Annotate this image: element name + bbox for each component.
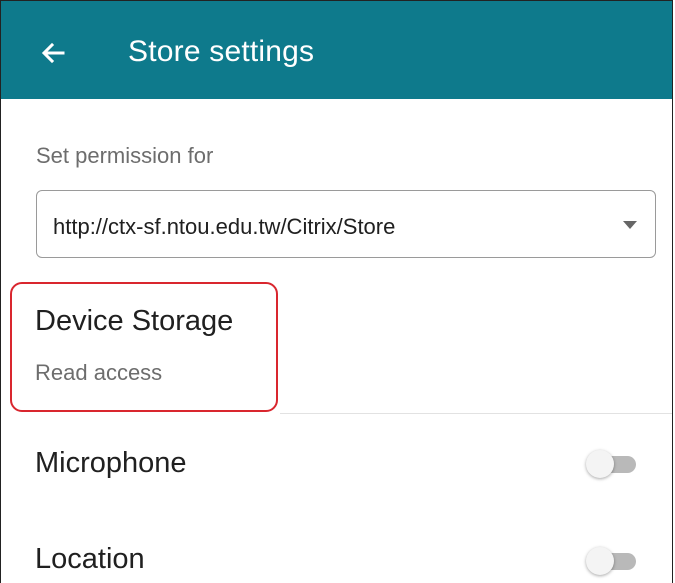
device-storage-title: Device Storage <box>35 305 234 337</box>
page-title: Store settings <box>128 35 315 68</box>
store-url-value: http://ctx-sf.ntou.edu.tw/Citrix/Store <box>53 214 396 239</box>
location-toggle[interactable] <box>586 546 638 576</box>
device-storage-highlight[interactable] <box>10 282 278 412</box>
arrow-left-icon <box>41 42 65 64</box>
microphone-label: Microphone <box>35 447 187 479</box>
set-permission-label: Set permission for <box>36 143 214 168</box>
back-button[interactable] <box>37 37 69 69</box>
toggle-thumb <box>586 450 614 478</box>
app-bar: Store settings <box>1 1 672 99</box>
location-label: Location <box>35 543 145 575</box>
caret-down-icon <box>623 221 637 229</box>
microphone-toggle[interactable] <box>586 449 638 479</box>
device-storage-subtitle: Read access <box>35 360 163 385</box>
store-url-dropdown[interactable]: http://ctx-sf.ntou.edu.tw/Citrix/Store <box>36 190 656 258</box>
divider <box>280 413 672 414</box>
toggle-thumb <box>586 547 614 575</box>
